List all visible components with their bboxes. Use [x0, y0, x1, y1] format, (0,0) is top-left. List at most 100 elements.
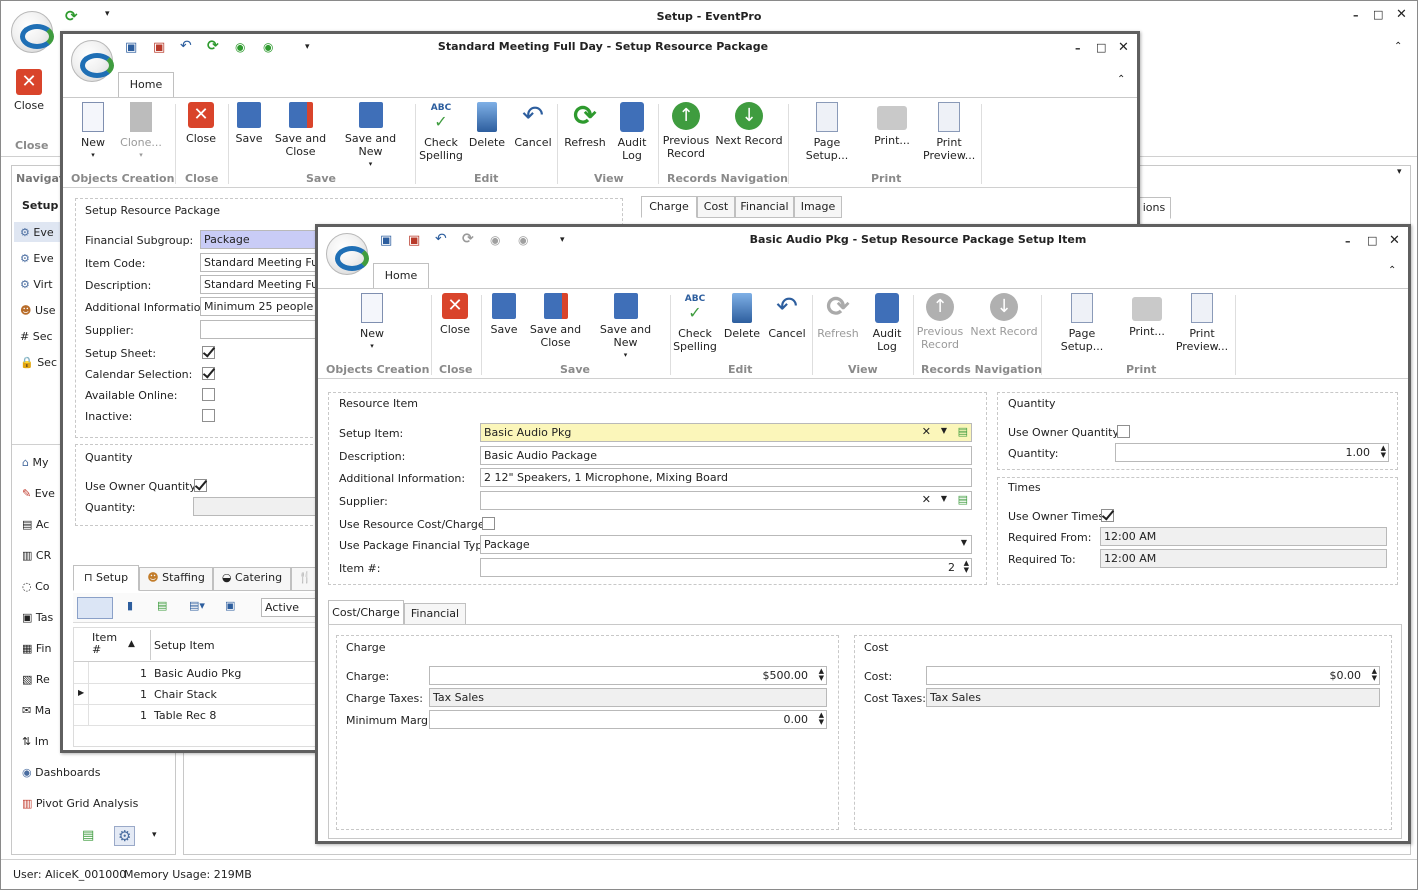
item-additional-field[interactable]: 2 12" Speakers, 1 Microphone, Mixing Boa… [480, 468, 972, 487]
item-save-new-button[interactable]: Save and New ▾ [588, 293, 663, 362]
package-refresh-button[interactable]: ⟳ Refresh [561, 102, 609, 150]
table-row[interactable]: ▶ 1 Chair Stack [74, 684, 322, 705]
package-quantity-field[interactable] [193, 497, 323, 516]
tab-staffing[interactable]: ☻ Staffing [139, 567, 213, 591]
ribbon-collapse-icon[interactable]: ⌃ [1394, 41, 1402, 52]
clear-icon[interactable]: ✕ [922, 493, 931, 506]
refresh-quick-icon[interactable]: ⟳ [462, 231, 474, 247]
nav-gear-icon[interactable]: ⚙ [114, 826, 136, 846]
minimize-button[interactable]: – [1353, 9, 1359, 22]
item-close-window-button[interactable]: ✕ [1389, 233, 1400, 248]
item-supplier-field[interactable]: ✕ ▼ ▤ [480, 491, 972, 510]
tab-setup[interactable]: ⊓ Setup [73, 565, 139, 591]
quick-menu-icon[interactable]: ▾ [305, 42, 310, 52]
item-code-field[interactable]: Standard Meeting Full D [200, 253, 320, 272]
item-ribbon-collapse-icon[interactable]: ⌃ [1388, 265, 1396, 276]
package-close-window-button[interactable]: ✕ [1118, 40, 1129, 55]
financial-subgroup-field[interactable]: Package [200, 230, 320, 249]
package-ribbon-collapse-icon[interactable]: ⌃ [1117, 74, 1125, 85]
previous-quick-icon[interactable]: ◉ [490, 233, 500, 247]
refresh-quick-icon[interactable]: ⟳ [207, 38, 219, 54]
package-delete-button[interactable]: Delete [465, 102, 509, 149]
package-page-setup-button[interactable]: Page Setup... [791, 102, 863, 162]
tab-cost-charge[interactable]: Cost/Charge [328, 600, 404, 625]
tab-item-financial[interactable]: Financial [404, 603, 466, 625]
setup-sheet-checkbox[interactable] [202, 346, 215, 359]
next-quick-icon[interactable]: ◉ [518, 233, 528, 247]
item-save-close-button[interactable]: Save and Close [528, 293, 583, 349]
dropdown-icon[interactable]: ▼ [941, 494, 947, 503]
nav-item-event[interactable]: ✎ Eve [22, 487, 55, 500]
grid-edit-icon[interactable]: ▤ [157, 599, 167, 612]
item-next-record-button[interactable]: ↓ Next Record [970, 293, 1038, 338]
save-close-quick-icon[interactable]: ▣ [408, 233, 420, 248]
item-page-setup-button[interactable]: Page Setup... [1046, 293, 1118, 353]
package-audit-log-button[interactable]: Audit Log [611, 102, 653, 162]
nav-item-events[interactable]: ⚙ Eve [20, 226, 54, 239]
nav-item-marketing[interactable]: ✉ Ma [22, 704, 51, 717]
grid-info-icon[interactable]: ▣ [225, 599, 235, 612]
previous-quick-icon[interactable]: ◉ [235, 40, 245, 54]
package-cancel-button[interactable]: ↶ Cancel [511, 102, 555, 149]
description-field[interactable]: Standard Meeting Full D [200, 275, 320, 294]
nav-item-pivot[interactable]: ▥ Pivot Grid Analysis [22, 797, 138, 810]
tab-image[interactable]: Image [794, 196, 842, 218]
nav-item-security-2[interactable]: 🔒 Sec [20, 356, 57, 369]
tab-charge[interactable]: Charge [641, 196, 697, 218]
item-minimize-button[interactable]: – [1345, 235, 1351, 248]
grid-delete-icon[interactable]: ▮ [127, 599, 133, 612]
required-from-field[interactable]: 12:00 AM [1100, 527, 1387, 546]
additional-info-field[interactable]: Minimum 25 people [200, 297, 320, 316]
spinner-icon[interactable]: ▲ ▼ [819, 712, 824, 726]
grid-new-icon[interactable] [77, 597, 113, 619]
package-save-close-button[interactable]: Save and Close [273, 102, 328, 158]
next-quick-icon[interactable]: ◉ [263, 40, 273, 54]
package-new-button[interactable]: New ▾ [73, 102, 113, 162]
package-clone-button[interactable]: Clone... ▾ [115, 102, 167, 162]
package-save-button[interactable]: Save [229, 102, 269, 145]
inactive-checkbox[interactable] [202, 409, 215, 422]
tab-catering[interactable]: ◒ Catering [213, 567, 291, 591]
package-check-spelling-button[interactable]: ABC ✓ Check Spelling [418, 102, 464, 162]
package-minimize-button[interactable]: – [1075, 42, 1081, 55]
package-home-tab[interactable]: Home [118, 72, 174, 98]
main-partial-tab[interactable]: ions [1137, 197, 1171, 219]
lookup-icon[interactable]: ▤ [958, 493, 968, 506]
charge-field[interactable]: $500.00 ▲ ▼ [429, 666, 827, 685]
available-online-checkbox[interactable] [202, 388, 215, 401]
item-print-preview-button[interactable]: Print Preview... [1175, 293, 1229, 353]
item-description-field[interactable]: Basic Audio Package [480, 446, 972, 465]
nav-item-security[interactable]: # Sec [20, 330, 53, 343]
nav-item-my[interactable]: ⌂ My [22, 456, 49, 469]
table-row[interactable]: 1 Basic Audio Pkg [74, 663, 322, 684]
item-print-button[interactable]: Print... [1122, 293, 1172, 338]
lookup-icon[interactable]: ▤ [958, 425, 968, 438]
package-print-button[interactable]: Print... [867, 102, 917, 147]
item-maximize-button[interactable]: □ [1367, 234, 1377, 247]
setup-item-field[interactable]: Basic Audio Pkg ✕ ▼ ▤ [480, 423, 972, 442]
item-close-button[interactable]: ✕ Close [435, 293, 475, 336]
spinner-icon[interactable]: ▲ ▼ [1372, 668, 1377, 682]
package-use-owner-checkbox[interactable] [194, 479, 207, 492]
nav-item-reports[interactable]: ▧ Re [22, 673, 50, 686]
grid-header-item-num[interactable]: Item # ▲ [92, 632, 152, 656]
item-previous-record-button[interactable]: ↑ Previous Record [915, 293, 965, 351]
required-to-field[interactable]: 12:00 AM [1100, 549, 1387, 568]
close-window-button[interactable]: ✕ [1396, 7, 1407, 22]
item-logo[interactable] [326, 233, 369, 275]
spinner-icon[interactable]: ▲ ▼ [819, 668, 824, 682]
item-home-tab[interactable]: Home [373, 263, 429, 289]
cost-field[interactable]: $0.00 ▲ ▼ [926, 666, 1380, 685]
grid-header-setup-item[interactable]: Setup Item [154, 639, 215, 652]
package-previous-record-button[interactable]: ↑ Previous Record [661, 102, 711, 160]
minimum-margin-field[interactable]: 0.00 ▲ ▼ [429, 710, 827, 729]
clear-icon[interactable]: ✕ [922, 425, 931, 438]
item-number-field[interactable]: 2 ▲ ▼ [480, 558, 972, 577]
package-logo[interactable] [71, 40, 114, 82]
grid-add-icon[interactable]: ▤▾ [189, 599, 205, 612]
maximize-button[interactable]: □ [1373, 8, 1383, 21]
supplier-field[interactable] [200, 320, 320, 339]
package-maximize-button[interactable]: □ [1096, 41, 1106, 54]
tab-cost[interactable]: Cost [697, 196, 735, 218]
nav-more-icon[interactable]: ▾ [152, 830, 157, 840]
